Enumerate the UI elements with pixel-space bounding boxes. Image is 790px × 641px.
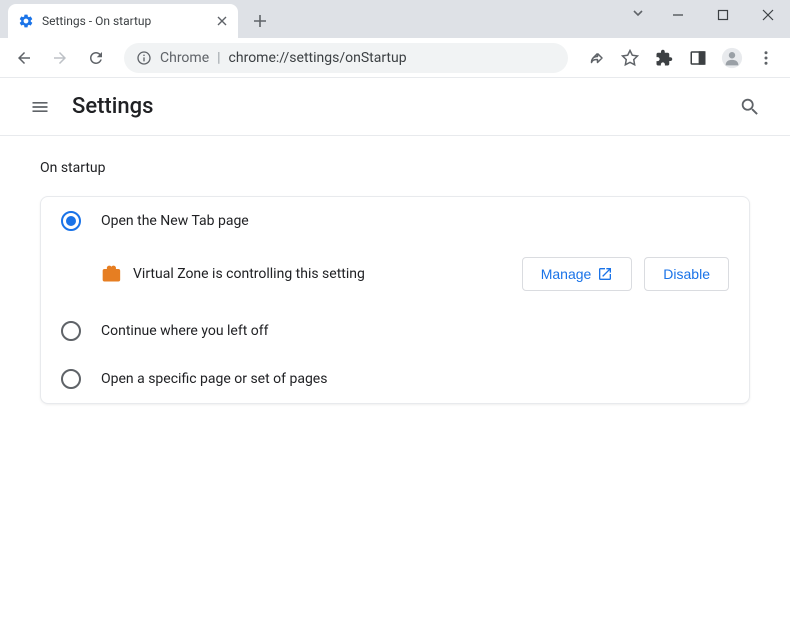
section-title: On startup	[40, 160, 750, 176]
close-tab-icon[interactable]	[214, 13, 230, 29]
window-controls	[655, 0, 790, 30]
radio-specific-pages[interactable]: Open a specific page or set of pages	[41, 355, 749, 403]
open-external-icon	[597, 266, 613, 282]
radio-label: Open the New Tab page	[101, 213, 249, 229]
titlebar: Settings - On startup	[0, 0, 790, 38]
browser-tab[interactable]: Settings - On startup	[8, 4, 238, 38]
radio-continue[interactable]: Continue where you left off	[41, 307, 749, 355]
radio-indicator	[61, 211, 81, 231]
manage-label: Manage	[541, 266, 592, 282]
new-tab-button[interactable]	[246, 7, 274, 35]
manage-button[interactable]: Manage	[522, 257, 633, 291]
radio-label: Continue where you left off	[101, 323, 269, 339]
extensions-icon[interactable]	[648, 42, 680, 74]
hamburger-menu[interactable]	[20, 87, 60, 127]
gear-icon	[18, 13, 42, 29]
bookmark-icon[interactable]	[614, 42, 646, 74]
disable-button[interactable]: Disable	[644, 257, 729, 291]
close-window-button[interactable]	[745, 0, 790, 30]
page-title: Settings	[72, 94, 730, 119]
profile-icon[interactable]	[716, 42, 748, 74]
omnibox-divider: |	[217, 50, 220, 66]
tab-title: Settings - On startup	[42, 14, 214, 28]
maximize-button[interactable]	[700, 0, 745, 30]
tab-search-chevron[interactable]	[631, 6, 645, 20]
radio-new-tab[interactable]: Open the New Tab page	[41, 197, 749, 245]
toolbar-actions	[580, 42, 782, 74]
settings-content: On startup Open the New Tab page Virtual…	[0, 136, 790, 428]
radio-indicator	[61, 369, 81, 389]
extension-control-notice: Virtual Zone is controlling this setting…	[41, 245, 749, 307]
extension-icon	[101, 264, 121, 284]
search-icon[interactable]	[730, 87, 770, 127]
minimize-button[interactable]	[655, 0, 700, 30]
address-bar[interactable]: Chrome | chrome://settings/onStartup	[124, 43, 568, 73]
side-panel-icon[interactable]	[682, 42, 714, 74]
radio-label: Open a specific page or set of pages	[101, 371, 327, 387]
site-info-icon[interactable]	[136, 50, 152, 66]
disable-label: Disable	[663, 266, 710, 282]
reload-button[interactable]	[80, 42, 112, 74]
menu-icon[interactable]	[750, 42, 782, 74]
radio-indicator	[61, 321, 81, 341]
omnibox-url: chrome://settings/onStartup	[229, 50, 407, 66]
settings-header: Settings	[0, 78, 790, 136]
forward-button[interactable]	[44, 42, 76, 74]
controlled-text: Virtual Zone is controlling this setting	[133, 266, 510, 282]
omnibox-prefix: Chrome	[160, 50, 209, 66]
back-button[interactable]	[8, 42, 40, 74]
startup-card: Open the New Tab page Virtual Zone is co…	[40, 196, 750, 404]
browser-toolbar: Chrome | chrome://settings/onStartup	[0, 38, 790, 78]
share-icon[interactable]	[580, 42, 612, 74]
